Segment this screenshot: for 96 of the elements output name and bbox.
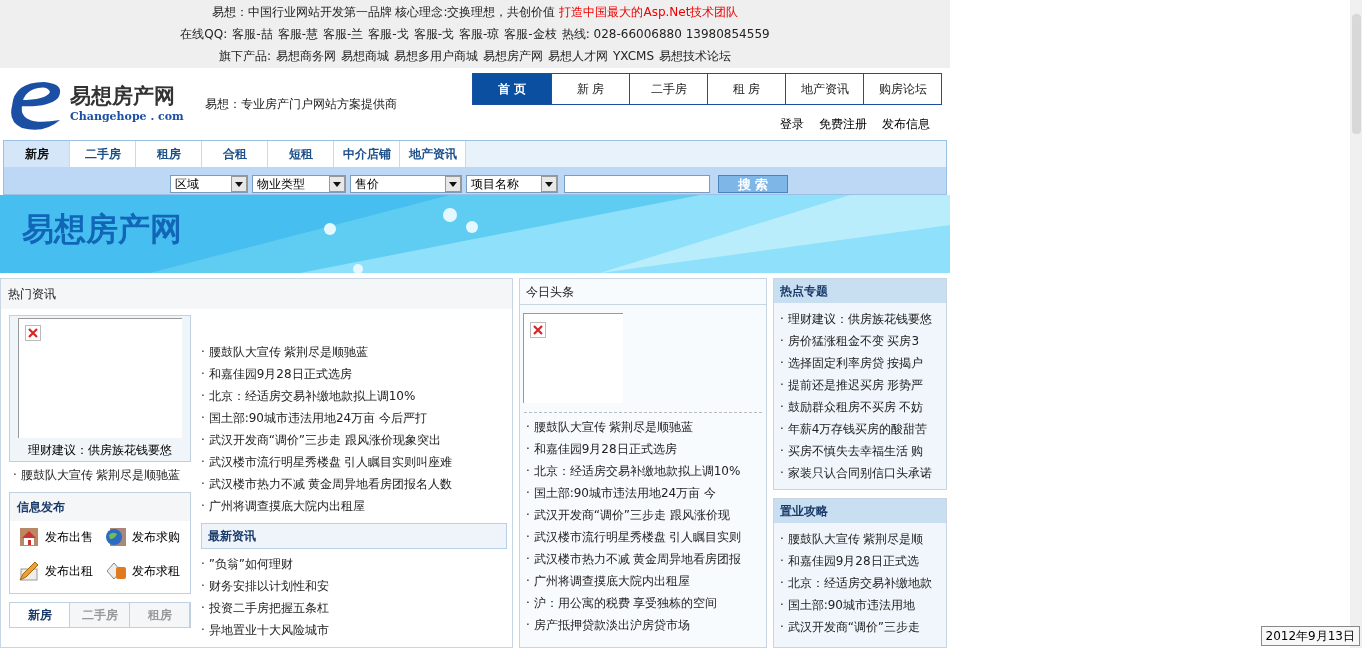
user-link[interactable]: 免费注册 [819,115,867,133]
news-link[interactable]: · 提前还是推迟买房 形势严 [780,374,946,396]
caret-icon [329,176,345,192]
news-link[interactable]: · 和嘉佳园9月28日正式选 [780,550,946,572]
publish-link[interactable]: 发布求购 [131,528,180,546]
dropdown[interactable]: 区域 [170,175,248,193]
search-tab[interactable]: 地产资讯 [400,141,466,167]
product-link[interactable]: YXCMS [613,47,655,65]
news-link[interactable]: · 武汉楼市流行明星秀楼盘 引人瞩目实则叫座难 [201,451,507,473]
search-tab[interactable]: 合租 [202,141,268,167]
news-link[interactable]: · 房产抵押贷款淡出沪房贷市场 [526,614,766,636]
search-tab[interactable]: 短租 [268,141,334,167]
news-link[interactable]: · 腰鼓队大宣传 紫荆尽是顺驰蓝 [526,416,766,438]
dropdown[interactable]: 项目名称 [466,175,558,193]
news-link[interactable]: · 武汉开发商“调价”三步走 跟风涨价现象突出 [201,429,507,451]
news-link[interactable]: · 腰鼓队大宣传 紫荆尽是顺驰蓝 [201,341,507,363]
pencil-icon [17,559,41,583]
date-tooltip: 2012年9月13日 [1260,626,1360,646]
section-title: 最新资讯 [208,528,256,545]
publish-link[interactable]: 发布出租 [45,562,93,580]
service-link[interactable]: 客服-戈 [413,25,454,43]
logo-domain: Changehope . com [70,108,184,125]
news-link[interactable]: · ”负翁”如何理财 [201,553,507,575]
news-link[interactable]: · 选择固定利率房贷 按揭户 [780,352,946,374]
news-link[interactable]: · 投资二手房把握五条杠 [201,597,507,619]
service-link[interactable]: 客服-慧 [277,25,318,43]
news-link[interactable]: · 武汉开发商“调价”三步走 跟风涨价现 [526,504,766,526]
highlight-text: 打造中国最大的Asp.Net技术团队 [559,4,739,21]
panel-title: 热门资讯 [8,286,56,303]
news-link[interactable]: · 北京：经适房交易补缴地款 [780,572,946,594]
user-link[interactable]: 发布信息 [882,115,930,133]
service-link[interactable]: 客服-戈 [368,25,409,43]
news-link[interactable]: · 沪：用公寓的税费 享受独栋的空间 [526,592,766,614]
service-link[interactable]: 客服-琼 [459,25,500,43]
hotline-text: 热线: 028-66006880 13980854559 [561,26,770,43]
news-link[interactable]: · 国土部:90城市违法用地 [780,594,946,616]
qq-label: 在线QQ: [180,26,228,43]
panel-title: 热点专题 [780,283,828,300]
service-link[interactable]: 客服-兰 [322,25,364,43]
image-caption[interactable]: 理财建议：供房族花钱要悠 [28,441,172,459]
search-tab[interactable]: 二手房 [70,141,136,167]
news-link[interactable]: · 理财建议：供房族花钱要悠 [780,308,946,330]
globe-icon [103,525,128,549]
service-link[interactable]: 客服-喆 [232,25,273,43]
house-icon [17,525,41,549]
product-link[interactable]: 易想房产网 [483,47,543,65]
search-tab[interactable]: 租房 [136,141,202,167]
publish-link[interactable]: 发布出售 [45,528,93,546]
caret-icon [445,176,461,192]
nav-tab[interactable]: 首 页 [473,74,551,104]
search-tab[interactable]: 新房 [4,141,70,167]
dropdown[interactable]: 售价 [350,175,462,193]
news-link[interactable]: · 广州将调查摸底大院内出租屋 [201,495,507,517]
news-link[interactable]: · 和嘉佳园9月28日正式选房 [526,438,766,460]
product-link[interactable]: 易想商城 [341,47,389,65]
broken-image-icon [530,322,546,338]
caret-icon [231,176,247,192]
slogan-text: 易想：专业房产门户网站方案提供商 [205,96,397,113]
news-link[interactable]: · 广州将调查摸底大院内出租屋 [526,570,766,592]
news-link[interactable]: · 房价猛涨租金不变 买房3 [780,330,946,352]
caret-icon [541,176,557,192]
panel-title: 置业攻略 [780,503,828,520]
news-link[interactable]: · 腰鼓队大宣传 紫荆尽是顺 [780,528,946,550]
news-link[interactable]: · 异地置业十大风险城市 [201,619,507,641]
news-link[interactable]: · 年薪4万存钱买房的酸甜苦 [780,418,946,440]
banner-title: 易想房产网 [22,209,182,250]
news-link[interactable]: · 武汉楼市流行明星秀楼盘 引人瞩目实则 [526,526,766,548]
news-link[interactable]: · 腰鼓队大宣传 紫荆尽是顺驰蓝 [13,464,191,486]
panel-title: 今日头条 [526,283,574,301]
publish-link[interactable]: 发布求租 [131,562,180,580]
news-link[interactable]: · 北京：经适房交易补缴地款拟上调10% [201,385,507,407]
dropdown[interactable]: 物业类型 [252,175,346,193]
product-link[interactable]: 易想技术论坛 [659,47,732,65]
news-link[interactable]: · 武汉楼市热力不减 黄金周异地看房团报名人数 [201,473,507,495]
news-link[interactable]: · 武汉楼市热力不减 黄金周异地看房团报 [526,548,766,570]
product-link[interactable]: 易想多用户商城 [394,47,478,65]
search-tab[interactable]: 中介店铺 [334,141,400,167]
logo-title: 易想房产网 [70,82,176,109]
service-link[interactable]: 客服-金枝 [504,25,557,43]
news-link[interactable]: · 买房不慎失去幸福生活 购 [780,440,946,462]
tagline-text: 易想：中国行业网站开发第一品牌 核心理念:交换理想，共创价值 [211,4,556,21]
news-link[interactable]: · 鼓励群众租房不买房 不妨 [780,396,946,418]
news-link[interactable]: · 和嘉佳园9月28日正式选房 [201,363,507,385]
search-field[interactable] [564,175,710,193]
product-link[interactable]: 易想商务网 [276,47,336,65]
news-link[interactable]: · 国土部:90城市违法用地24万亩 今后严打 [201,407,507,429]
news-link[interactable]: · 武汉开发商“调价”三步走 [780,616,946,638]
product-link[interactable]: 易想人才网 [548,47,608,65]
news-link[interactable]: · 国土部:90城市违法用地24万亩 今 [526,482,766,504]
broken-image-icon [25,325,41,341]
news-link[interactable]: · 财务安排以计划性和安 [201,575,507,597]
user-link[interactable]: 登录 [780,115,804,133]
panel-title: 信息发布 [17,499,65,516]
news-link[interactable]: · 家装只认合同别信口头承诺 [780,462,946,484]
products-label: 旗下产品: [218,48,271,65]
news-link[interactable]: · 北京：经适房交易补缴地款拟上调10% [526,460,766,482]
